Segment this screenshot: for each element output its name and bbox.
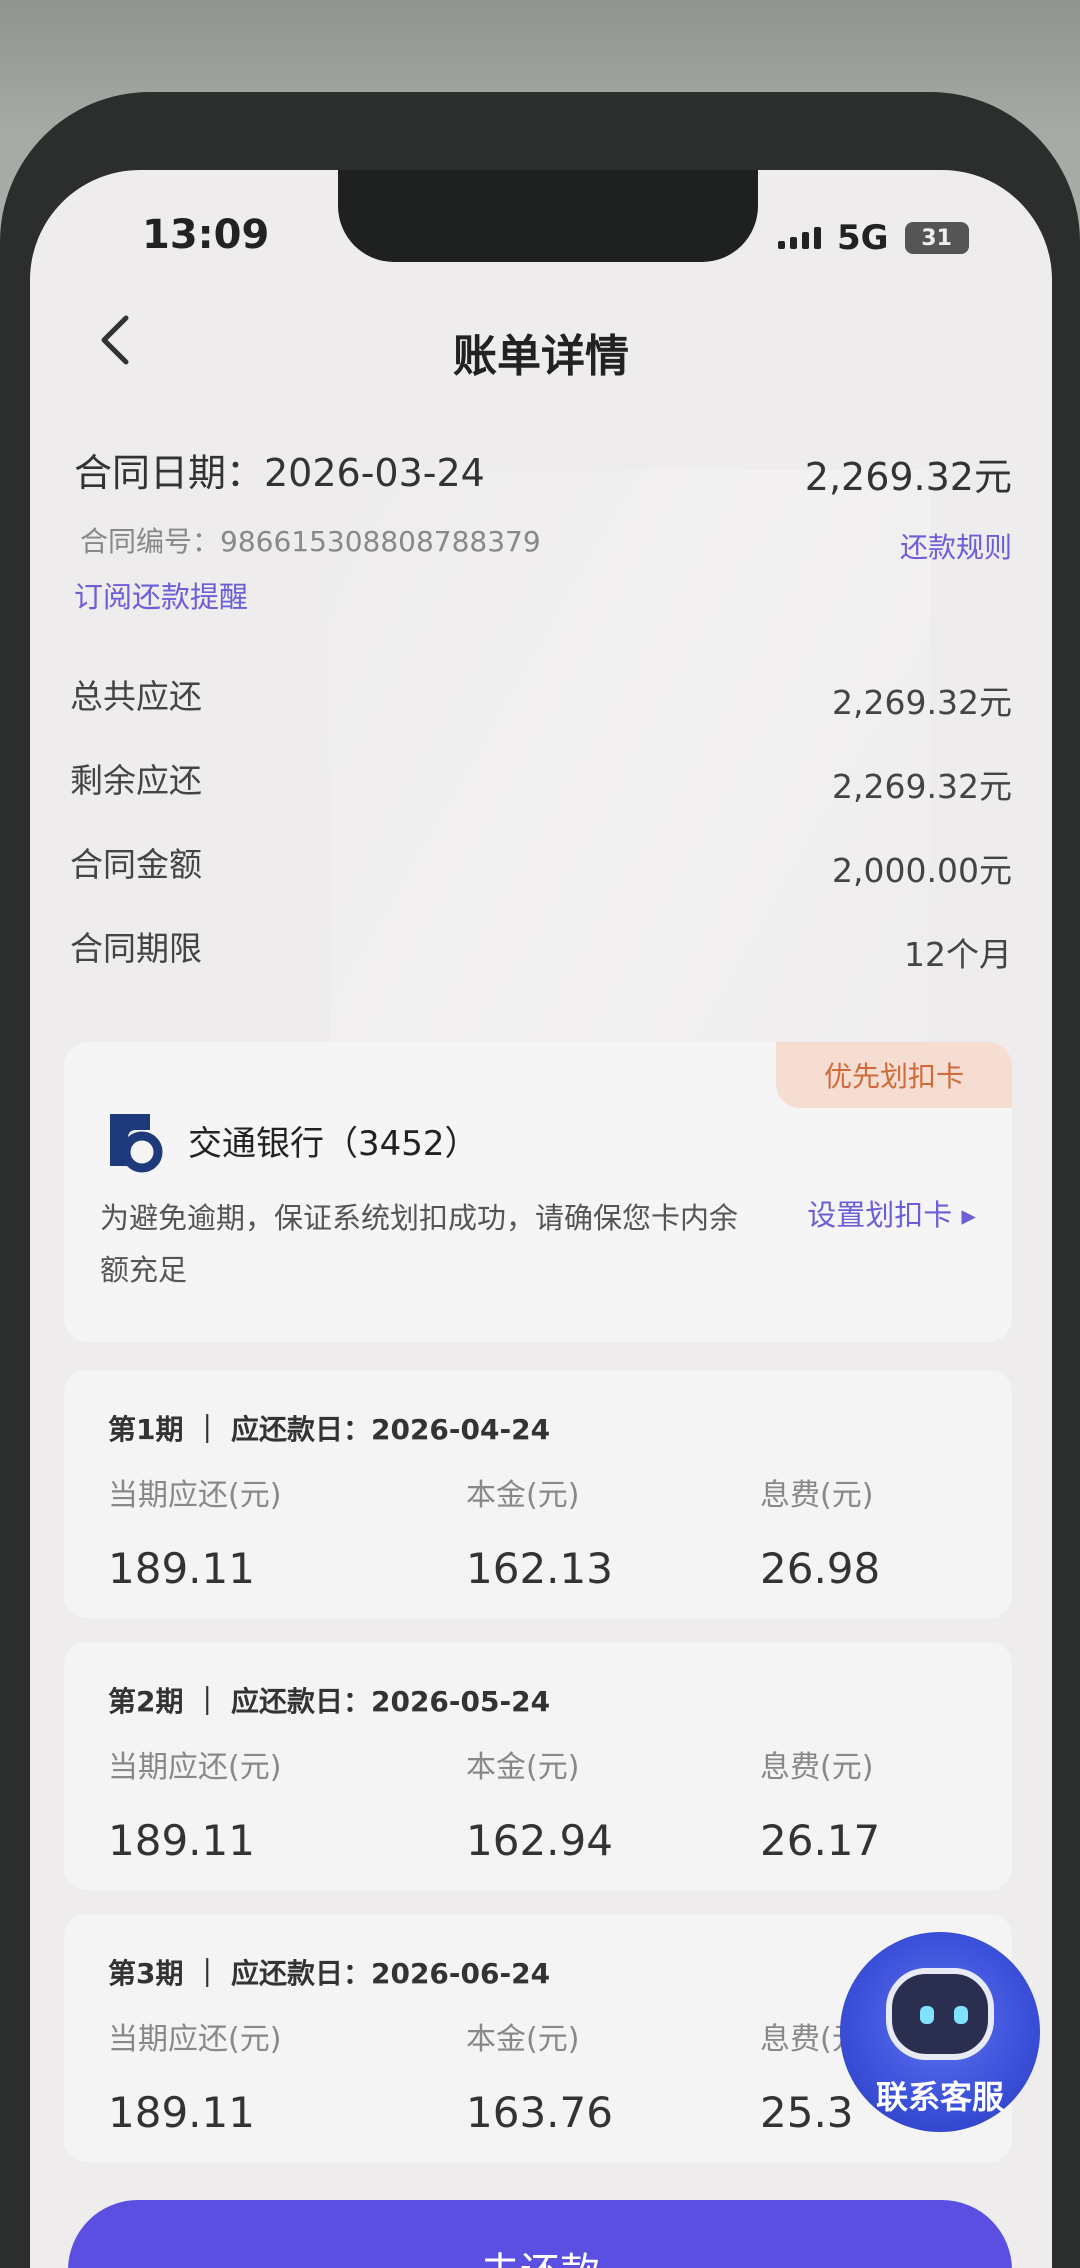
interest-label: 息费(元) xyxy=(760,1478,874,1513)
principal-amount: 162.13 xyxy=(466,1544,613,1593)
summary-label: 剩余应还 xyxy=(70,761,202,800)
repay-button[interactable]: 去还款 xyxy=(68,2200,1012,2268)
principal-label: 本金(元) xyxy=(466,1478,580,1513)
principal-label: 本金(元) xyxy=(466,2022,580,2057)
installment-card[interactable]: 第2期 ｜ 应还款日：2026-05-24 当期应还(元) 189.11 本金(… xyxy=(64,1642,1012,1890)
due-label: 当期应还(元) xyxy=(108,2022,282,2057)
customer-service-label: 联系客服 xyxy=(875,2078,1004,2116)
battery-icon: 31 xyxy=(904,222,969,254)
interest-amount: 25.3 xyxy=(760,2088,854,2137)
due-amount: 189.11 xyxy=(108,1544,255,1593)
contract-date: 合同日期：2026-03-24 xyxy=(74,451,485,495)
bank-logo-icon xyxy=(110,1114,163,1173)
interest-column: 息费(元) 26.98 xyxy=(760,1470,880,1593)
installment-header: 第3期 ｜ 应还款日：2026-06-24 xyxy=(108,1957,551,1990)
interest-amount: 26.17 xyxy=(760,1816,881,1865)
summary-value: 2,269.32元 xyxy=(832,767,1012,806)
network-type: 5G xyxy=(837,218,889,258)
page-title: 账单详情 xyxy=(453,331,629,382)
summary-row: 总共应还 2,269.32元 xyxy=(70,670,1012,754)
robot-icon xyxy=(886,1968,994,2060)
due-column: 当期应还(元) 189.11 xyxy=(108,1470,281,1593)
summary-value: 2,269.32元 xyxy=(832,683,1012,722)
summary-row: 合同金额 2,000.00元 xyxy=(70,838,1012,922)
installment-card[interactable]: 第1期 ｜ 应还款日：2026-04-24 当期应还(元) 189.11 本金(… xyxy=(64,1370,1012,1618)
due-column: 当期应还(元) 189.11 xyxy=(108,2014,281,2137)
principal-amount: 163.76 xyxy=(466,2088,613,2137)
interest-column: 息费(元) 26.17 xyxy=(760,1742,880,1865)
principal-label: 本金(元) xyxy=(466,1750,580,1785)
debit-card-panel: 优先划扣卡 交通银行（3452） 为避免逾期，保证系统划扣成功，请确保您卡内余额… xyxy=(64,1042,1012,1342)
summary-row: 剩余应还 2,269.32元 xyxy=(70,754,1012,838)
summary-value: 2,000.00元 xyxy=(832,851,1012,890)
principal-column: 本金(元) 162.94 xyxy=(466,1742,613,1865)
signal-icon xyxy=(778,227,821,249)
set-debit-card-link[interactable]: 设置划扣卡 ▸ xyxy=(807,1192,976,1234)
due-column: 当期应还(元) 189.11 xyxy=(108,1742,281,1865)
summary-label: 合同金额 xyxy=(70,845,202,884)
installment-header: 第1期 ｜ 应还款日：2026-04-24 xyxy=(108,1413,551,1446)
principal-column: 本金(元) 163.76 xyxy=(466,2014,613,2137)
installment-header: 第2期 ｜ 应还款日：2026-05-24 xyxy=(108,1685,551,1718)
bill-summary: 总共应还 2,269.32元 剩余应还 2,269.32元 合同金额 2,000… xyxy=(70,670,1012,1006)
summary-value: 12个月 xyxy=(904,935,1012,974)
priority-card-badge: 优先划扣卡 xyxy=(776,1042,1012,1108)
due-label: 当期应还(元) xyxy=(108,1478,282,1513)
due-amount: 189.11 xyxy=(108,1816,255,1865)
summary-label: 总共应还 xyxy=(70,677,202,716)
subscribe-reminder-link[interactable]: 订阅还款提醒 xyxy=(74,574,248,616)
customer-service-button[interactable]: 联系客服 xyxy=(840,1932,1040,2132)
bank-name: 交通银行（3452） xyxy=(188,1124,479,1164)
interest-label: 息费(元) xyxy=(760,1750,874,1785)
contract-total-amount: 2,269.32元 xyxy=(804,455,1012,499)
status-indicators: 5G 31 xyxy=(778,218,969,258)
principal-column: 本金(元) 162.13 xyxy=(466,1470,613,1593)
interest-amount: 26.98 xyxy=(760,1544,881,1593)
due-label: 当期应还(元) xyxy=(108,1750,282,1785)
summary-row: 合同期限 12个月 xyxy=(70,922,1012,1006)
phone-notch xyxy=(338,170,758,262)
due-amount: 189.11 xyxy=(108,2088,255,2137)
balance-notice: 为避免逾期，保证系统划扣成功，请确保您卡内余额充足 xyxy=(100,1201,739,1287)
summary-label: 合同期限 xyxy=(70,929,202,968)
status-time: 13:09 xyxy=(142,212,270,258)
contract-number: 合同编号：9866153088087883​79 xyxy=(80,525,541,558)
principal-amount: 162.94 xyxy=(466,1816,613,1865)
app-screen: 13:09 5G 31 账单详情 合同日期：2026-03-24 2,269.3… xyxy=(30,170,1052,2268)
repay-rules-link[interactable]: 还款规则 xyxy=(900,526,1012,566)
